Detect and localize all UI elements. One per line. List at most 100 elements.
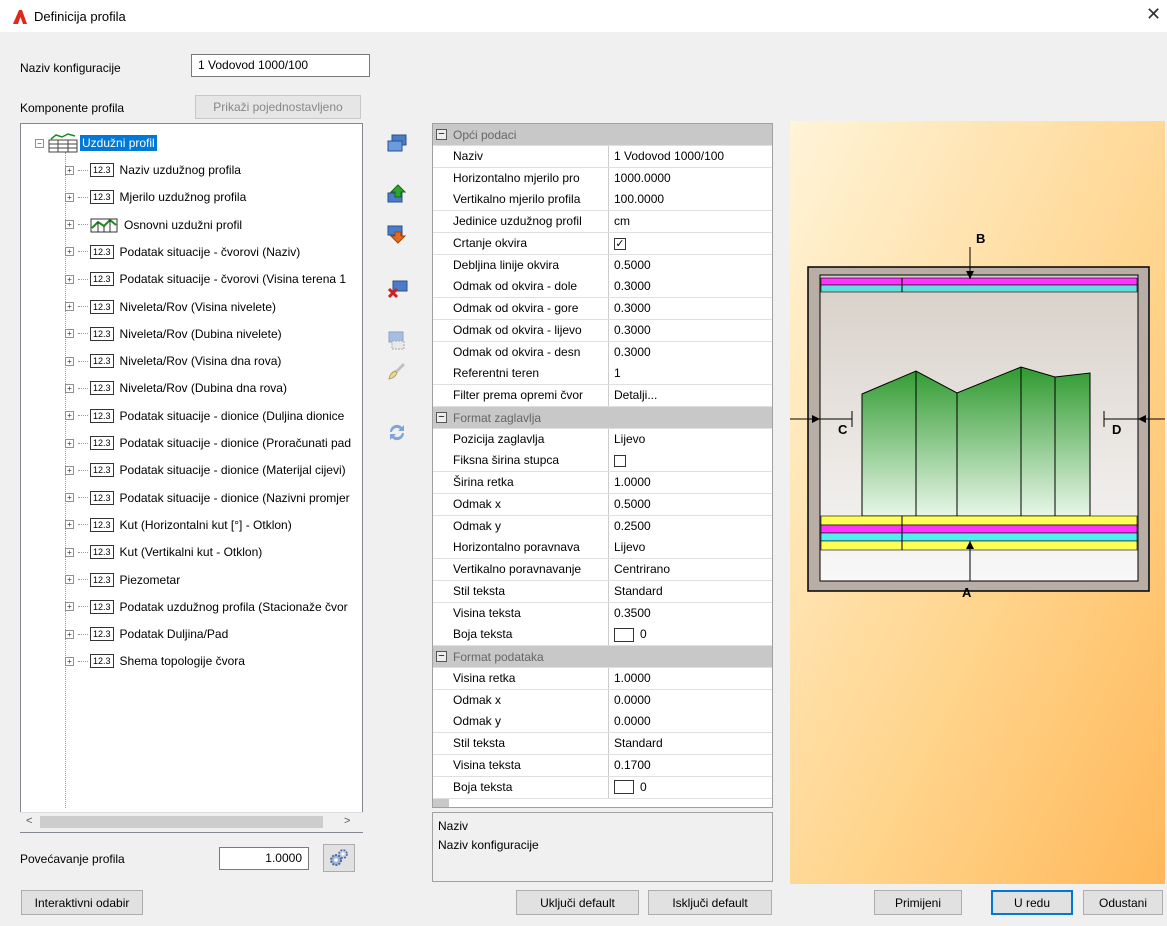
property-value[interactable]: Standard bbox=[609, 733, 772, 754]
checkbox-empty-icon[interactable] bbox=[614, 455, 626, 468]
interactive-select-button[interactable]: Interaktivni odabir bbox=[21, 890, 143, 915]
property-row[interactable]: Visina retka 1.0000 bbox=[433, 667, 772, 690]
property-row[interactable]: Pozicija zaglavlja Lijevo bbox=[433, 428, 772, 451]
property-value[interactable]: 1000.0000 bbox=[609, 167, 772, 189]
category-header-format[interactable]: − Format zaglavlja bbox=[433, 406, 772, 429]
property-value[interactable]: 0.3000 bbox=[609, 341, 772, 363]
property-value[interactable]: 0.3000 bbox=[609, 276, 772, 298]
property-grid[interactable]: − Opći podaci Naziv 1 Vodovod 1000/100 Horiz… bbox=[432, 123, 773, 808]
clean-button[interactable] bbox=[385, 360, 409, 384]
tree-item[interactable]: +12.3 Podatak uzdužnog profila (Stacionaž… bbox=[65, 596, 348, 618]
collapse-icon[interactable]: − bbox=[436, 411, 447, 423]
expand-icon[interactable]: + bbox=[65, 411, 74, 421]
expand-icon[interactable]: + bbox=[65, 629, 74, 639]
property-row[interactable]: Širina retka 1.0000 bbox=[433, 472, 772, 494]
expand-icon[interactable]: + bbox=[65, 602, 74, 612]
property-value[interactable]: Lijevo bbox=[609, 537, 772, 559]
property-row[interactable]: Naziv 1 Vodovod 1000/100 bbox=[433, 145, 772, 168]
ok-button[interactable]: U redu bbox=[991, 890, 1073, 915]
tree-item[interactable]: +12.3 Naziv uzdužnog profila bbox=[65, 159, 241, 181]
property-row[interactable]: Fiksna širina stupca bbox=[433, 450, 772, 473]
category-data-format[interactable]: − Format podataka bbox=[433, 646, 772, 668]
expand-icon[interactable]: + bbox=[65, 547, 74, 557]
enable-default-button[interactable]: Uključi default bbox=[516, 890, 639, 915]
refresh-button[interactable] bbox=[385, 420, 409, 444]
property-row[interactable]: Odmak x 0.5000 bbox=[433, 493, 772, 516]
property-value[interactable]: 1.0000 bbox=[609, 472, 772, 493]
category-general[interactable]: − Opći podaci bbox=[433, 124, 772, 146]
property-value[interactable]: 1 bbox=[609, 363, 772, 385]
delete-button[interactable] bbox=[385, 277, 409, 301]
property-value[interactable]: 1 Vodovod 1000/100 bbox=[609, 145, 772, 167]
property-value[interactable]: 0.2500 bbox=[609, 515, 772, 537]
property-value[interactable]: 0.5000 bbox=[609, 254, 772, 276]
expand-icon[interactable]: + bbox=[65, 438, 74, 448]
property-value[interactable]: 100.0000 bbox=[609, 189, 772, 211]
property-value[interactable]: ✓ bbox=[609, 232, 772, 254]
property-row[interactable]: Odmak x 0.0000 bbox=[433, 689, 772, 712]
expand-icon[interactable]: + bbox=[65, 656, 74, 666]
property-value[interactable]: 0 bbox=[609, 624, 772, 646]
property-row[interactable]: Visina teksta 0.3500 bbox=[433, 602, 772, 625]
property-row[interactable]: Odmak od okvira - lijevo 0.3000 bbox=[433, 319, 772, 342]
expand-icon[interactable]: + bbox=[65, 575, 74, 584]
property-value[interactable]: 1.0000 bbox=[609, 667, 772, 689]
expand-icon[interactable]: + bbox=[65, 192, 74, 202]
property-row[interactable]: Jedinice uzdužnog profil cm bbox=[433, 211, 772, 233]
collapse-icon[interactable]: − bbox=[436, 129, 447, 140]
property-row[interactable]: Odmak y 0.2500 bbox=[433, 515, 772, 538]
insert-button[interactable] bbox=[385, 329, 409, 353]
tree-item[interactable]: +12.3 Niveleta/Rov (Dubina dna rova) bbox=[65, 377, 287, 399]
expand-icon[interactable]: + bbox=[65, 165, 74, 175]
property-row[interactable]: Odmak od okvira - gore 0.3000 bbox=[433, 298, 772, 320]
expand-icon[interactable]: + bbox=[65, 383, 74, 393]
property-row[interactable]: Odmak od okvira - desn 0.3000 bbox=[433, 341, 772, 364]
tree-item[interactable]: +12.3 Mjerilo uzdužnog profila bbox=[65, 186, 246, 208]
zoom-input[interactable]: 1.0000 bbox=[219, 847, 309, 870]
tree-item[interactable]: +12.3 Podatak situacije - čvorovi (Visina… bbox=[65, 268, 346, 290]
tree-item[interactable]: +12.3 Kut (Vertikalni kut - Otklon) bbox=[65, 541, 262, 563]
property-row[interactable]: Referentni teren 1 bbox=[433, 363, 772, 386]
move-up-button[interactable] bbox=[385, 182, 409, 206]
scroll-right-icon[interactable]: > bbox=[344, 815, 350, 827]
property-value[interactable]: Centrirano bbox=[609, 559, 772, 580]
property-value[interactable]: Detalji... bbox=[609, 385, 772, 406]
tree-item[interactable]: +12.3 Niveleta/Rov (Dubina nivelete) bbox=[65, 323, 282, 345]
copy-button[interactable] bbox=[385, 131, 409, 155]
property-row[interactable]: Boja teksta 0 bbox=[433, 624, 772, 647]
property-value[interactable]: Lijevo bbox=[609, 428, 772, 450]
tree-root[interactable]: − Uzdužni profil bbox=[35, 132, 157, 154]
tree-item[interactable]: +12.3 Podatak situacije - dionice (Nazivn… bbox=[65, 487, 350, 509]
property-row[interactable]: Vertikalno poravnavanje Centrirano bbox=[433, 559, 772, 581]
collapse-icon[interactable]: − bbox=[35, 138, 44, 148]
property-value[interactable]: 0.3000 bbox=[609, 298, 772, 319]
expand-icon[interactable]: + bbox=[65, 302, 74, 311]
property-value[interactable]: 0.0000 bbox=[609, 711, 772, 733]
cancel-button[interactable]: Odustani bbox=[1083, 890, 1163, 915]
property-value[interactable] bbox=[609, 450, 772, 472]
checkbox-checked-icon[interactable]: ✓ bbox=[614, 237, 626, 250]
property-row[interactable]: Crtanje okvira ✓ bbox=[433, 232, 772, 255]
tree-item[interactable]: +12.3 Podatak situacije - čvorovi (Naziv) bbox=[65, 241, 300, 263]
scrollbar-thumb[interactable] bbox=[40, 816, 323, 828]
tree-item[interactable]: +12.3 Podatak situacije - dionice (Materi… bbox=[65, 459, 346, 481]
expand-icon[interactable]: + bbox=[65, 356, 74, 366]
property-row[interactable]: Filter prema opremi čvor Detalji... bbox=[433, 385, 772, 407]
expand-icon[interactable]: + bbox=[65, 274, 74, 284]
property-value[interactable]: 0.3500 bbox=[609, 602, 772, 624]
expand-icon[interactable]: + bbox=[65, 329, 74, 339]
collapse-icon[interactable]: − bbox=[436, 651, 447, 662]
color-swatch[interactable] bbox=[614, 780, 634, 795]
tree-item[interactable]: +12.3 Kut (Horizontalni kut [°] - Otklon) bbox=[65, 514, 292, 536]
disable-default-button[interactable]: Isključi default bbox=[648, 890, 772, 915]
property-row[interactable]: Horizontalno poravnava Lijevo bbox=[433, 537, 772, 560]
scroll-left-icon[interactable]: < bbox=[26, 815, 32, 827]
apply-button[interactable]: Primijeni bbox=[874, 890, 962, 915]
config-name-input[interactable]: 1 Vodovod 1000/100 bbox=[191, 54, 370, 77]
close-icon[interactable]: ✕ bbox=[1146, 4, 1161, 25]
expand-icon[interactable]: + bbox=[65, 520, 74, 530]
property-row[interactable]: Odmak y 0.0000 bbox=[433, 711, 772, 734]
tree-item[interactable]: + Osnovni uzdužni profil bbox=[65, 214, 242, 236]
tree-item[interactable]: +12.3 Niveleta/Rov (Visina dna rova) bbox=[65, 350, 281, 372]
expand-icon[interactable]: + bbox=[65, 493, 74, 503]
